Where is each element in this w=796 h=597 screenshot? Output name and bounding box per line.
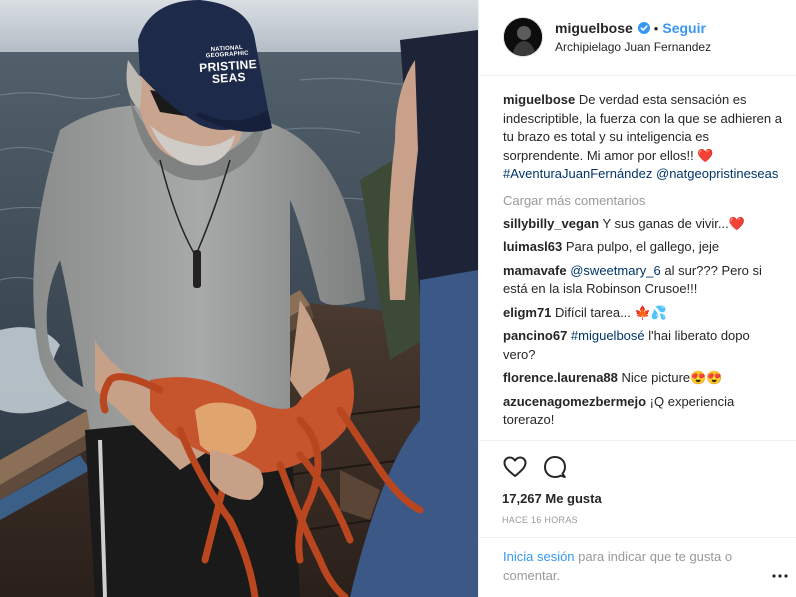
comment-text: Difícil tarea... 🍁💦 bbox=[555, 304, 667, 320]
post-caption: miguelbose De verdad esta sensación es i… bbox=[503, 91, 783, 184]
post-header: miguelbose • Seguir Archipielago Juan Fe… bbox=[479, 0, 796, 76]
comment-username-link[interactable]: azucenagomezbermejo bbox=[503, 394, 646, 409]
location-link[interactable]: Archipielago Juan Fernandez bbox=[555, 40, 711, 54]
post-photo[interactable]: NATIONAL GEOGRAPHIC PRISTINE SEAS bbox=[0, 0, 478, 597]
comment-item: azucenagomezbermejo ¡Q experiencia torer… bbox=[503, 393, 783, 430]
login-link[interactable]: Inicia sesión bbox=[503, 549, 575, 564]
comment-item: luimasl63 Para pulpo, el gallego, jeje bbox=[503, 238, 783, 257]
comments-list[interactable]: miguelbose De verdad esta sensación es i… bbox=[479, 77, 796, 440]
caption-heart-emoji: ❤️ bbox=[697, 147, 714, 163]
post-side-panel: miguelbose • Seguir Archipielago Juan Fe… bbox=[478, 0, 796, 597]
like-count[interactable]: 17,267 Me gusta bbox=[502, 491, 781, 506]
comment-hashtag-link[interactable]: #miguelbosé bbox=[571, 328, 645, 343]
comment-item: pancino67 #miguelbosé l'hai liberato dop… bbox=[503, 327, 783, 364]
comment-item: florence.laurena88 Nice picture😍😍 bbox=[503, 369, 783, 388]
comment-username-link[interactable]: mamavafe bbox=[503, 263, 567, 278]
post-footer: Inicia sesión para indicar que te gusta … bbox=[479, 537, 796, 597]
post-actions: 17,267 Me gusta HACE 16 HORAS bbox=[479, 440, 796, 525]
instagram-post: NATIONAL GEOGRAPHIC PRISTINE SEAS miguel… bbox=[0, 0, 796, 597]
comment-item: mamavafe @sweetmary_6 al sur??? Pero si … bbox=[503, 262, 783, 299]
comment-bubble-icon[interactable] bbox=[542, 454, 568, 480]
verified-badge-icon bbox=[637, 22, 650, 34]
more-dots-icon bbox=[772, 574, 788, 578]
comment-username-link[interactable]: eligm71 bbox=[503, 305, 551, 320]
more-options-button[interactable] bbox=[771, 568, 789, 578]
comment-text: Y sus ganas de vivir...❤️ bbox=[602, 215, 745, 231]
avatar-image bbox=[504, 18, 542, 56]
caption-username-link[interactable]: miguelbose bbox=[503, 92, 575, 107]
photo-illustration bbox=[0, 0, 478, 597]
like-heart-icon[interactable] bbox=[502, 454, 528, 480]
comment-text: Para pulpo, el gallego, jeje bbox=[565, 239, 720, 254]
cap-logo-text: NATIONAL GEOGRAPHIC PRISTINE SEAS bbox=[195, 44, 261, 86]
comment-mention-link[interactable]: @sweetmary_6 bbox=[570, 263, 661, 278]
header-username-link[interactable]: miguelbose bbox=[555, 20, 633, 36]
header-separator: • bbox=[653, 20, 659, 36]
comment-item: sillybilly_vegan Y sus ganas de vivir...… bbox=[503, 215, 783, 234]
caption-hashtag-link[interactable]: #AventuraJuanFernández bbox=[503, 166, 652, 181]
comment-username-link[interactable]: florence.laurena88 bbox=[503, 370, 618, 385]
load-more-comments-button[interactable]: Cargar más comentarios bbox=[503, 193, 783, 208]
comment-text: Nice picture😍😍 bbox=[621, 370, 723, 385]
avatar[interactable] bbox=[503, 17, 543, 57]
comment-username-link[interactable]: pancino67 bbox=[503, 328, 567, 343]
comment-item: eligm71 Difícil tarea... 🍁💦 bbox=[503, 304, 783, 323]
comment-username-link[interactable]: luimasl63 bbox=[503, 239, 562, 254]
follow-button[interactable]: Seguir bbox=[662, 20, 706, 36]
post-timestamp[interactable]: HACE 16 HORAS bbox=[502, 515, 781, 525]
comment-username-link[interactable]: sillybilly_vegan bbox=[503, 216, 599, 231]
caption-mention-link[interactable]: @natgeopristineseas bbox=[656, 166, 778, 181]
